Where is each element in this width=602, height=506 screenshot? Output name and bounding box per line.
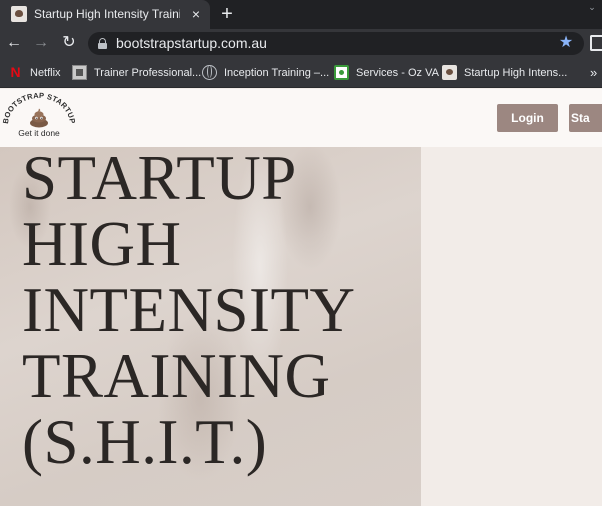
hero-title: STARTUP HIGH INTENSITY TRAINING (S.H.I.T… [22, 145, 420, 475]
reload-icon[interactable]: ↻ [59, 33, 79, 53]
tab-close-icon[interactable]: × [188, 5, 204, 23]
globe-icon [202, 65, 217, 80]
web-page: BOOTSTRAP STARTUP Get it done Login Sta [0, 89, 602, 506]
new-tab-button[interactable]: + [217, 3, 237, 25]
lock-icon[interactable] [98, 38, 107, 49]
bookmark-trainer-professional[interactable]: Trainer Professional... [72, 64, 201, 82]
trainer-icon [72, 65, 87, 80]
browser-tab-strip: Startup High Intensity Training - × + ⌄ [0, 0, 602, 29]
back-arrow-icon[interactable]: ← [4, 33, 24, 53]
hero-right-panel [421, 147, 602, 506]
hero-title-line: TRAINING [22, 341, 331, 411]
bookmark-label: Trainer Professional... [94, 67, 202, 79]
hero-title-line: HIGH [22, 209, 182, 279]
bookmarks-overflow-button[interactable]: » [590, 64, 602, 82]
bootstrap-startup-favicon-icon [11, 6, 27, 22]
bookmark-oz-va[interactable]: Services - Oz VA [334, 64, 439, 82]
hero-title-line: (S.H.I.T.) [22, 407, 268, 477]
hero-title-line: INTENSITY [22, 275, 356, 345]
tab-search-chevron-icon[interactable]: ⌄ [584, 0, 600, 14]
bookmark-label: Startup High Intens... [464, 67, 568, 79]
extension-icon[interactable] [590, 35, 602, 51]
netflix-icon: N [10, 64, 21, 80]
browser-toolbar: ← → ↻ bootstrapstartup.com.au ★ [0, 29, 602, 58]
bookmark-netflix[interactable]: N Netflix [8, 64, 68, 82]
hero-title-line: STARTUP [22, 143, 297, 213]
bookmark-label: Services - Oz VA [356, 67, 439, 79]
forward-arrow-icon[interactable]: → [31, 33, 51, 53]
site-header: BOOTSTRAP STARTUP Get it done Login Sta [0, 89, 602, 147]
site-logo[interactable]: BOOTSTRAP STARTUP Get it done [0, 89, 78, 147]
bootstrap-startup-icon [442, 65, 457, 80]
url-text[interactable]: bootstrapstartup.com.au [116, 35, 516, 52]
bookmark-label: Inception Training –... [224, 67, 330, 79]
address-bar[interactable]: bootstrapstartup.com.au ★ [88, 32, 584, 55]
tab-title: Startup High Intensity Training - [34, 7, 180, 21]
bookmarks-bar: N Netflix Trainer Professional... Incept… [0, 58, 602, 88]
logo-tagline: Get it done [18, 128, 60, 138]
bookmark-startup-high-intensity[interactable]: Startup High Intens... [442, 64, 567, 82]
bookmark-inception-training[interactable]: Inception Training –... [202, 64, 330, 82]
start-button[interactable]: Sta [569, 104, 602, 132]
bookmark-label: Netflix [30, 67, 61, 79]
login-button[interactable]: Login [497, 104, 558, 132]
bookmark-star-icon[interactable]: ★ [556, 33, 576, 53]
poop-mascot-icon [30, 108, 48, 128]
browser-tab[interactable]: Startup High Intensity Training - × [0, 0, 210, 29]
hero-section: STARTUP HIGH INTENSITY TRAINING (S.H.I.T… [0, 145, 602, 506]
oz-va-icon [334, 65, 349, 80]
